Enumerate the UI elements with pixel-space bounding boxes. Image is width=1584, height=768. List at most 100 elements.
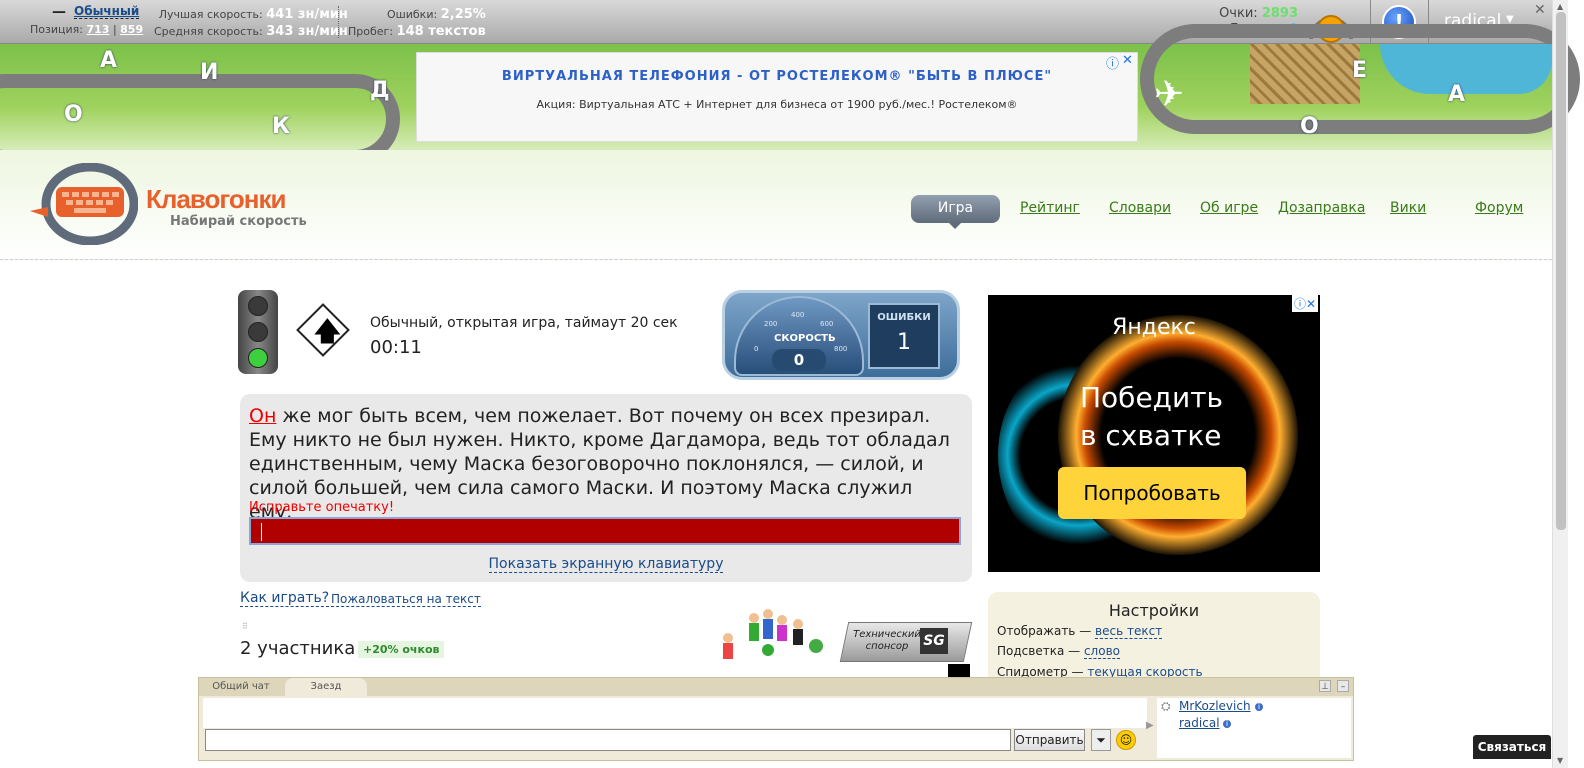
filter-icon[interactable]: ⏷: [1091, 729, 1111, 751]
ad-close-icon[interactable]: ✕: [1122, 53, 1133, 68]
ad-try-button[interactable]: Попробовать: [1058, 467, 1246, 519]
errors-value: 1: [897, 330, 911, 355]
scrollbar[interactable]: ▲ ▼: [1552, 0, 1568, 768]
position-link[interactable]: 713: [86, 23, 109, 36]
chat-messages: [203, 698, 1147, 728]
airplane-icon: ✈: [1154, 74, 1185, 115]
banner-letter: И: [200, 60, 219, 85]
banner-letter: К: [272, 114, 290, 139]
setting-display: Отображать — весь текст: [997, 624, 1163, 639]
gauge-tick: 200: [764, 320, 778, 328]
chat-user[interactable]: MrKozlevich: [1179, 699, 1251, 713]
chat-tabs: Общий чат Заезд ⊥ –: [199, 678, 1353, 696]
chevron-right-icon[interactable]: ▶: [1146, 720, 1154, 731]
site-header: Клавогонки Набирай скорость Игра Рейтинг…: [0, 150, 1552, 260]
speed-label: СКОРОСТЬ: [774, 333, 836, 344]
position-total-link[interactable]: 859: [120, 23, 143, 36]
scrollbar-thumb[interactable]: [1556, 12, 1566, 530]
scroll-down-icon[interactable]: ▼: [1557, 756, 1563, 765]
avg-speed: 343 зн/мин: [266, 24, 348, 39]
banner-letter: О: [1300, 114, 1319, 139]
scroll-up-icon[interactable]: ▲: [1557, 2, 1563, 11]
divider: [338, 6, 339, 38]
close-icon[interactable]: ✕: [1534, 2, 1546, 18]
logo-title[interactable]: Клавогонки: [146, 184, 286, 215]
how-to-play-link[interactable]: Как играть?: [240, 590, 330, 607]
speed-stats: Лучшая скорость: 441 зн/мин Средняя скор…: [154, 7, 348, 39]
drag-handle-icon[interactable]: ⠿: [242, 622, 248, 631]
banner-ad[interactable]: ВИРТУАЛЬНАЯ ТЕЛЕФОНИЯ - ОТ РОСТЕЛЕКОМ® "…: [416, 52, 1138, 142]
contact-button[interactable]: Связаться: [1473, 735, 1551, 759]
points-value: 2893: [1261, 6, 1298, 21]
sponsor-text: Технический спонсор: [853, 629, 921, 652]
errors-label: ОШИБКИ: [877, 312, 931, 323]
best-speed: 441 зн/мин: [266, 7, 348, 22]
position: Позиция: 713 | 859: [30, 23, 144, 36]
traffic-light-icon: [238, 290, 278, 374]
logo-subtitle: Набирай скорость: [170, 214, 307, 229]
ad-slogan: Победить в схватке: [1080, 381, 1224, 452]
pin-icon[interactable]: ⊥: [1319, 680, 1331, 692]
nav-item-forum[interactable]: Форум: [1475, 200, 1523, 216]
mileage: 148 текстов: [396, 24, 486, 39]
side-ad[interactable]: Яндекс Победить в схватке Попробовать ⓘ✕: [988, 295, 1320, 572]
speed-value: 0: [772, 349, 826, 371]
errors-rate: 2,25%: [440, 7, 486, 22]
participants-count: 2 участника: [240, 638, 356, 659]
setting-display-value[interactable]: весь текст: [1095, 624, 1163, 639]
smiley-icon[interactable]: ☺: [1116, 730, 1136, 750]
minimize-icon[interactable]: –: [1337, 680, 1349, 692]
user-info-icon[interactable]: i: [1223, 720, 1231, 728]
car-icon: ⛭: [1161, 699, 1171, 713]
send-button[interactable]: Отправить: [1014, 729, 1085, 751]
nav-item-about[interactable]: Об игре: [1200, 200, 1258, 216]
gauge-tick: 400: [791, 311, 805, 319]
logo-steering-wheel-icon[interactable]: [30, 163, 138, 245]
chat-user[interactable]: radical: [1179, 716, 1220, 730]
qr-code-icon: [948, 664, 970, 678]
chat-panel: Общий чат Заезд ⊥ – Отправить ⏷ ☺ ▶ ⛭ Mr…: [198, 677, 1354, 761]
ad-info-icon[interactable]: ⓘ: [1106, 53, 1119, 72]
typo-warning: Исправьте опечатку!: [249, 500, 395, 515]
nav-item-donate[interactable]: Дозаправка: [1278, 200, 1365, 216]
banner-letter: А: [100, 48, 118, 73]
sponsor-logo[interactable]: SG: [920, 628, 948, 654]
error-stats: Ошибки: 2,25% Пробег: 148 текстов: [348, 7, 486, 39]
chat-input[interactable]: [205, 729, 1011, 751]
field-image: [1250, 44, 1360, 104]
keyboard-toggle: Показать экранную клавиатуру: [240, 556, 972, 573]
typing-panel: Он же мог быть всем, чем пожелает. Вот п…: [240, 394, 972, 582]
ad-info-icon[interactable]: ⓘ✕: [1291, 295, 1318, 312]
nav-item-dictionaries[interactable]: Словари: [1109, 200, 1171, 216]
ad-brand: Яндекс: [1112, 315, 1196, 340]
settings-title: Настройки: [1108, 601, 1200, 620]
show-keyboard-link[interactable]: Показать экранную клавиатуру: [488, 556, 724, 573]
banner-ad-description[interactable]: Акция: Виртуальная АТС + Интернет для би…: [417, 98, 1137, 111]
banner-letter: Д: [370, 78, 390, 103]
setting-highlight: Подсветка — слово: [997, 644, 1120, 659]
banner-letter: Е: [1352, 58, 1368, 83]
gauge-tick: 0: [754, 345, 759, 353]
typing-input[interactable]: [249, 517, 961, 545]
nav-item-game[interactable]: Игра: [911, 195, 1000, 229]
lake-image: [1380, 44, 1552, 94]
banner-ad-title[interactable]: ВИРТУАЛЬНАЯ ТЕЛЕФОНИЯ - ОТ РОСТЕЛЕКОМ® "…: [417, 69, 1137, 84]
text-caret: [261, 523, 262, 541]
chat-users: ⛭ MrKozlevich i radical i: [1157, 698, 1351, 758]
setting-highlight-value[interactable]: слово: [1083, 644, 1120, 659]
user-info-icon[interactable]: i: [1255, 703, 1263, 711]
players-group-icon: [723, 609, 823, 659]
game-timer: 00:11: [370, 337, 422, 358]
arrow-up-icon: 🡅: [314, 317, 341, 347]
tab-race-chat[interactable]: Заезд: [285, 678, 367, 696]
bonus-badge: +20% очков: [358, 641, 445, 658]
gauge-tick: 600: [820, 320, 834, 328]
nav-item-rating[interactable]: Рейтинг: [1020, 200, 1080, 216]
game-mode[interactable]: Обычный —: [52, 4, 140, 20]
complain-link[interactable]: Пожаловаться на текст: [331, 592, 481, 607]
banner-letter: А: [1448, 82, 1466, 107]
gauge-tick: 800: [834, 345, 848, 353]
banner-letter: О: [64, 102, 83, 127]
tab-general-chat[interactable]: Общий чат: [205, 678, 277, 696]
nav-item-wiki[interactable]: Вики: [1390, 200, 1426, 216]
